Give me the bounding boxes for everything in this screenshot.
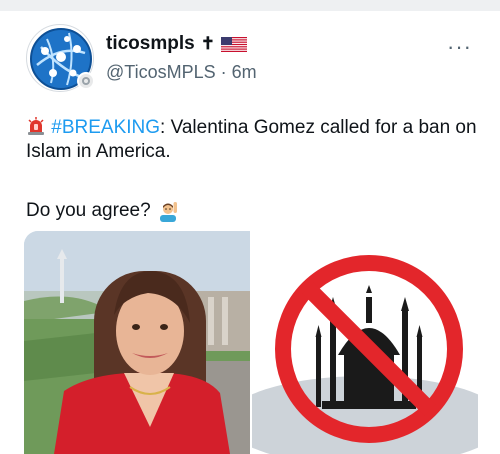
photo-woman-capitol[interactable] bbox=[24, 231, 250, 454]
cross-icon: ✝ bbox=[200, 34, 215, 53]
question-text: Do you agree? bbox=[26, 200, 151, 221]
person-raising-hand-icon bbox=[159, 202, 177, 222]
photo-mosque-ban-sign[interactable] bbox=[252, 231, 478, 454]
siren-icon bbox=[28, 117, 44, 135]
more-options-button[interactable]: ··· bbox=[447, 34, 472, 60]
top-divider-strip bbox=[0, 0, 500, 11]
question-line: Do you agree? bbox=[26, 200, 179, 222]
timestamp[interactable]: 6m bbox=[232, 62, 257, 82]
badge-icon bbox=[77, 72, 95, 90]
handle[interactable]: @TicosMPLS bbox=[106, 62, 216, 82]
post-text: #BREAKING: Valentina Gomez called for a … bbox=[26, 116, 486, 164]
time-separator: · bbox=[220, 62, 227, 82]
display-name[interactable]: ticosmpls bbox=[106, 33, 195, 55]
us-flag-icon bbox=[220, 36, 247, 52]
handle-row: @TicosMPLS · 6m bbox=[106, 62, 257, 83]
author-name-row[interactable]: ticosmpls ✝ bbox=[106, 33, 247, 55]
hashtag-link[interactable]: #BREAKING bbox=[51, 117, 160, 138]
